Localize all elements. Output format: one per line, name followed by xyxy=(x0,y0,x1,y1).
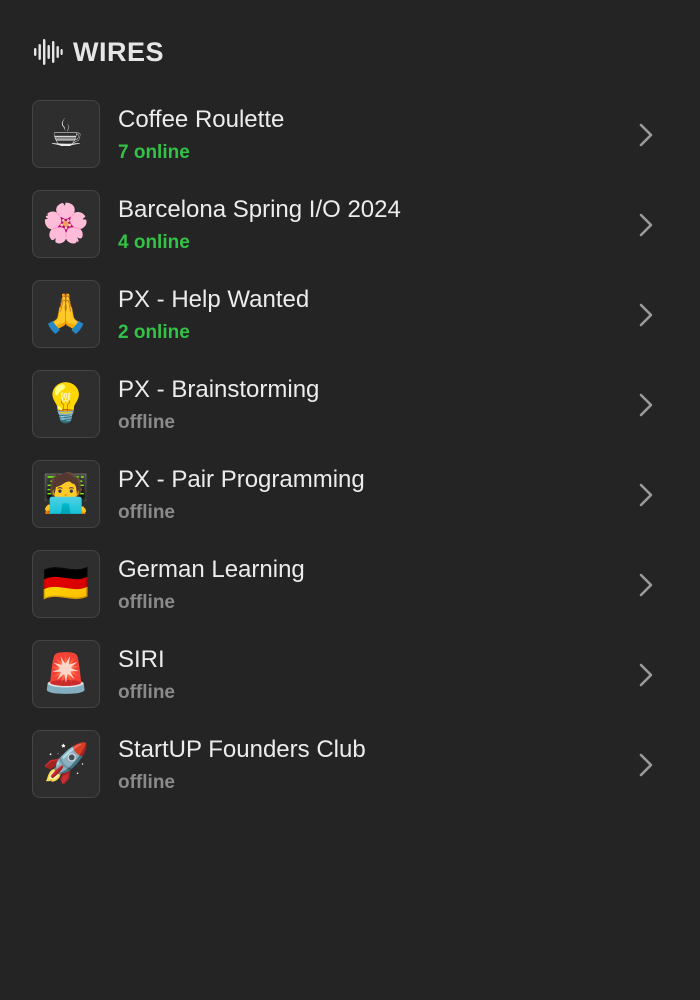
wire-row-2[interactable]: 🌸 Barcelona Spring I/O 2024 4 online xyxy=(32,190,672,280)
chevron-right-icon[interactable] xyxy=(636,392,656,418)
wire-name: German Learning xyxy=(118,556,305,583)
chevron-right-icon[interactable] xyxy=(636,572,656,598)
light-bulb-icon: 💡 xyxy=(32,370,100,438)
chevron-right-icon[interactable] xyxy=(636,302,656,328)
wire-name: Barcelona Spring I/O 2024 xyxy=(118,196,401,223)
wire-status: offline xyxy=(118,412,175,433)
technologist-icon: 🧑‍💻 xyxy=(32,460,100,528)
chevron-right-icon[interactable] xyxy=(636,752,656,778)
wires-header: WIRES xyxy=(33,33,164,71)
wire-row-1[interactable]: ☕ Coffee Roulette 7 online xyxy=(32,100,672,190)
cherry-blossom-icon: 🌸 xyxy=(32,190,100,258)
wire-status: offline xyxy=(118,502,175,523)
chevron-right-icon[interactable] xyxy=(636,662,656,688)
wire-row-3[interactable]: 🙏 PX - Help Wanted 2 online xyxy=(32,280,672,370)
wire-row-4[interactable]: 💡 PX - Brainstorming offline xyxy=(32,370,672,460)
germany-flag-icon: 🇩🇪 xyxy=(32,550,100,618)
wire-status: 7 online xyxy=(118,142,190,163)
wire-status: 2 online xyxy=(118,322,190,343)
wires-panel: WIRES ☕ Coffee Roulette 7 online 🌸 Barce… xyxy=(0,0,700,1000)
waveform-icon xyxy=(33,37,63,67)
siren-icon: 🚨 xyxy=(32,640,100,708)
wire-row-8[interactable]: 🚀 StartUP Founders Club offline xyxy=(32,730,672,820)
chevron-right-icon[interactable] xyxy=(636,122,656,148)
wire-name: Coffee Roulette xyxy=(118,106,285,133)
wire-row-7[interactable]: 🚨 SIRI offline xyxy=(32,640,672,730)
chevron-right-icon[interactable] xyxy=(636,212,656,238)
chevron-right-icon[interactable] xyxy=(636,482,656,508)
wire-list: ☕ Coffee Roulette 7 online 🌸 Barcelona S… xyxy=(32,100,672,820)
wire-status: offline xyxy=(118,682,175,703)
wire-status: 4 online xyxy=(118,232,190,253)
coffee-icon: ☕ xyxy=(32,100,100,168)
wire-status: offline xyxy=(118,592,175,613)
wire-name: PX - Help Wanted xyxy=(118,286,310,313)
folded-hands-icon: 🙏 xyxy=(32,280,100,348)
wire-name: PX - Brainstorming xyxy=(118,376,320,403)
wire-name: StartUP Founders Club xyxy=(118,736,366,763)
wire-row-5[interactable]: 🧑‍💻 PX - Pair Programming offline xyxy=(32,460,672,550)
rocket-icon: 🚀 xyxy=(32,730,100,798)
wire-name: PX - Pair Programming xyxy=(118,466,365,493)
wire-row-6[interactable]: 🇩🇪 German Learning offline xyxy=(32,550,672,640)
wire-status: offline xyxy=(118,772,175,793)
wire-name: SIRI xyxy=(118,646,165,673)
page-title: WIRES xyxy=(73,36,165,67)
